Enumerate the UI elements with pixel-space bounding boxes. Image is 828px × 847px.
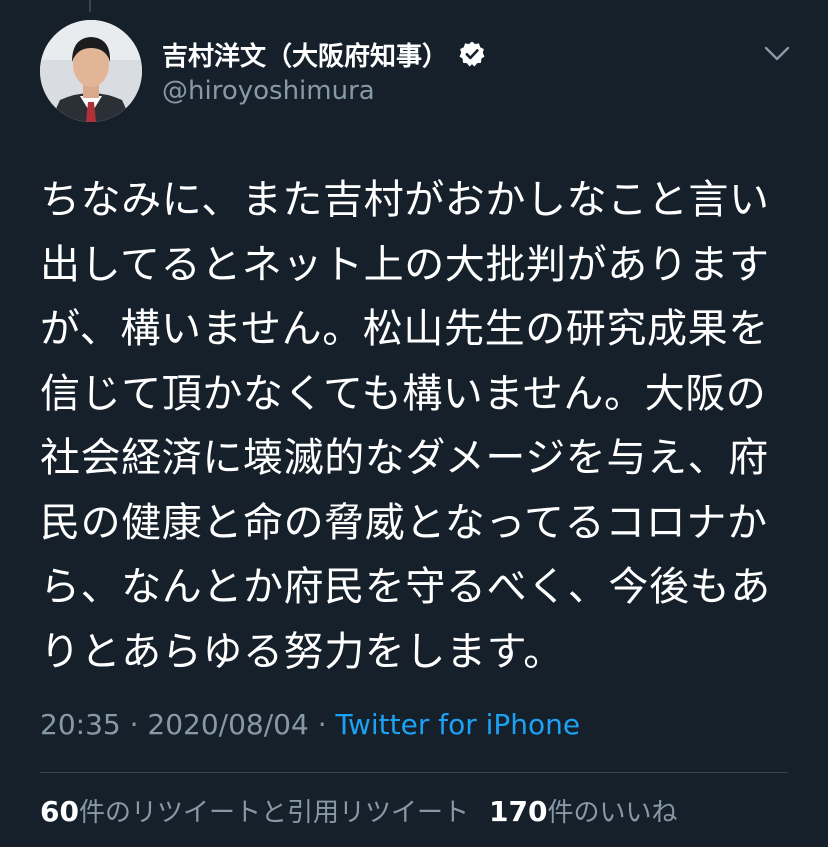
- divider: [40, 772, 788, 773]
- tweet-stats: 60件のリツイートと引用リツイート 170件のいいね: [40, 792, 677, 829]
- avatar[interactable]: [40, 20, 142, 122]
- display-name[interactable]: 吉村洋文（大阪府知事）: [162, 36, 448, 73]
- tweet-source-link[interactable]: Twitter for iPhone: [336, 708, 581, 741]
- likes-count: 170: [488, 795, 548, 828]
- likes-label: 件のいいね: [547, 798, 678, 828]
- tweet-time[interactable]: 20:35: [40, 708, 121, 741]
- likes-stat[interactable]: 170件のいいね: [488, 795, 678, 828]
- display-name-row: 吉村洋文（大阪府知事）: [162, 34, 486, 74]
- tweet-meta: 20:35 · 2020/08/04 · Twitter for iPhone: [40, 708, 580, 741]
- retweets-label: 件のリツイートと引用リツイート: [78, 798, 469, 828]
- tweet-header: 吉村洋文（大阪府知事） @hiroyoshimura: [40, 20, 800, 122]
- author-names: 吉村洋文（大阪府知事） @hiroyoshimura: [162, 34, 486, 106]
- author-handle[interactable]: @hiroyoshimura: [162, 76, 486, 106]
- meta-separator: ·: [308, 708, 336, 741]
- avatar-image: [40, 20, 142, 122]
- chevron-down-icon[interactable]: [764, 44, 790, 64]
- tweet-text: ちなみに、また吉村がおかしなこと言い 出してるとネット上の大批判がありますが、構…: [40, 177, 771, 675]
- meta-separator: ·: [120, 708, 148, 741]
- retweets-count: 60: [40, 795, 79, 828]
- tweet-date[interactable]: 2020/08/04: [147, 708, 308, 741]
- thread-connector-line: [89, 0, 91, 12]
- verified-badge-icon: [458, 40, 486, 68]
- retweets-stat[interactable]: 60件のリツイートと引用リツイート: [40, 795, 469, 828]
